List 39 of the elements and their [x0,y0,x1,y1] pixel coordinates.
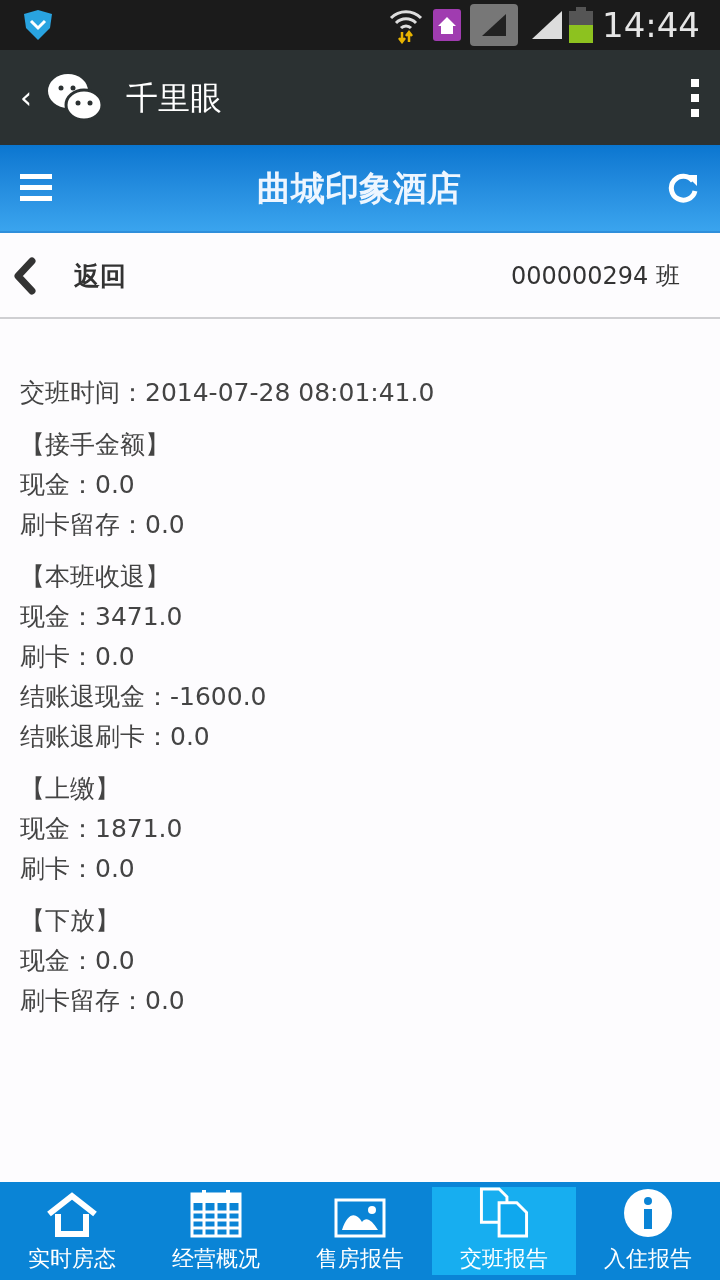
report-line: 刷卡留存：0.0 [20,509,185,541]
menu-icon[interactable] [20,173,52,203]
report-line: 刷卡：0.0 [20,641,135,673]
more-menu-icon[interactable] [690,77,700,118]
report-line: 刷卡：0.0 [20,853,135,885]
documents-icon [477,1187,531,1238]
image-icon [334,1198,386,1238]
section-heading: 【上缴】 [20,773,120,805]
calendar-icon [190,1188,242,1238]
back-button[interactable]: ‹ [20,75,32,120]
handover-time: 交班时间：2014-07-28 08:01:41.0 [20,377,435,409]
hotel-title: 曲城印象酒店 [256,166,462,210]
signal-icon [530,9,564,41]
report-line: 现金：3471.0 [20,601,183,633]
section-heading: 【本班收退】 [20,561,170,593]
battery-icon [568,7,594,43]
report-line: 现金：0.0 [20,945,135,977]
report-line: 现金：0.0 [20,469,135,501]
home-app-icon [432,8,462,42]
report-line: 刷卡留存：0.0 [20,985,185,1017]
refresh-icon[interactable] [666,171,700,205]
signal-icon [470,4,518,46]
section-heading: 【接手金额】 [20,429,170,461]
back-button[interactable]: 返回 [12,256,126,296]
app-title: 千里眼 [126,77,222,119]
report-line: 现金：1871.0 [20,813,183,845]
nav-tab[interactable]: 实时房态 [0,1187,144,1275]
shift-number: 000000294 班 [510,261,680,292]
report-line: 结账退刷卡：0.0 [20,721,210,753]
info-icon [623,1188,673,1238]
report-line: 结账退现金：-1600.0 [20,681,267,713]
chevron-left-icon [12,257,38,295]
status-time: 14:44 [602,3,700,47]
section-heading: 【下放】 [20,905,120,937]
nav-tab[interactable]: 交班报告 [432,1187,576,1275]
nav-tab[interactable]: 经营概况 [144,1187,288,1275]
home-icon [45,1192,99,1238]
nav-tab[interactable]: 入住报告 [576,1187,720,1275]
nav-tab[interactable]: 售房报告 [288,1187,432,1275]
